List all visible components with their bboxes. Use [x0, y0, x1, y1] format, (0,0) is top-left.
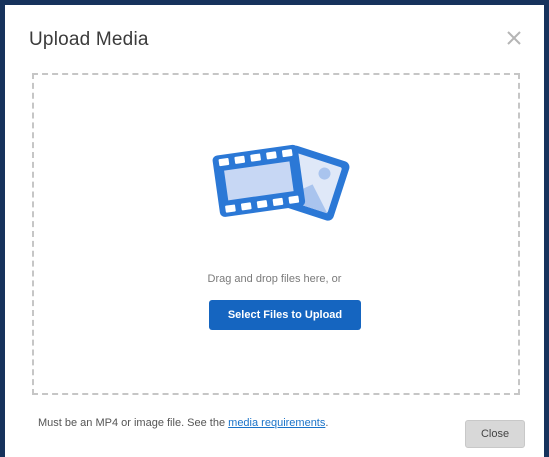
dialog-title: Upload Media	[29, 29, 149, 50]
note-suffix: .	[325, 417, 329, 429]
media-requirements-link[interactable]: media requirements	[228, 417, 325, 429]
note-prefix: Must be an MP4 or image file. See the	[38, 417, 229, 429]
file-drop-zone[interactable]	[32, 73, 520, 395]
close-x-icon[interactable]	[504, 28, 524, 48]
select-files-button[interactable]: Select Files to Upload	[209, 300, 361, 330]
drop-instruction: Drag and drop files here, or	[207, 273, 342, 285]
close-button[interactable]: Close	[465, 420, 525, 448]
film-and-image-icon	[208, 134, 354, 228]
file-requirements-note: Must be an MP4 or image file. See the me…	[38, 417, 328, 429]
